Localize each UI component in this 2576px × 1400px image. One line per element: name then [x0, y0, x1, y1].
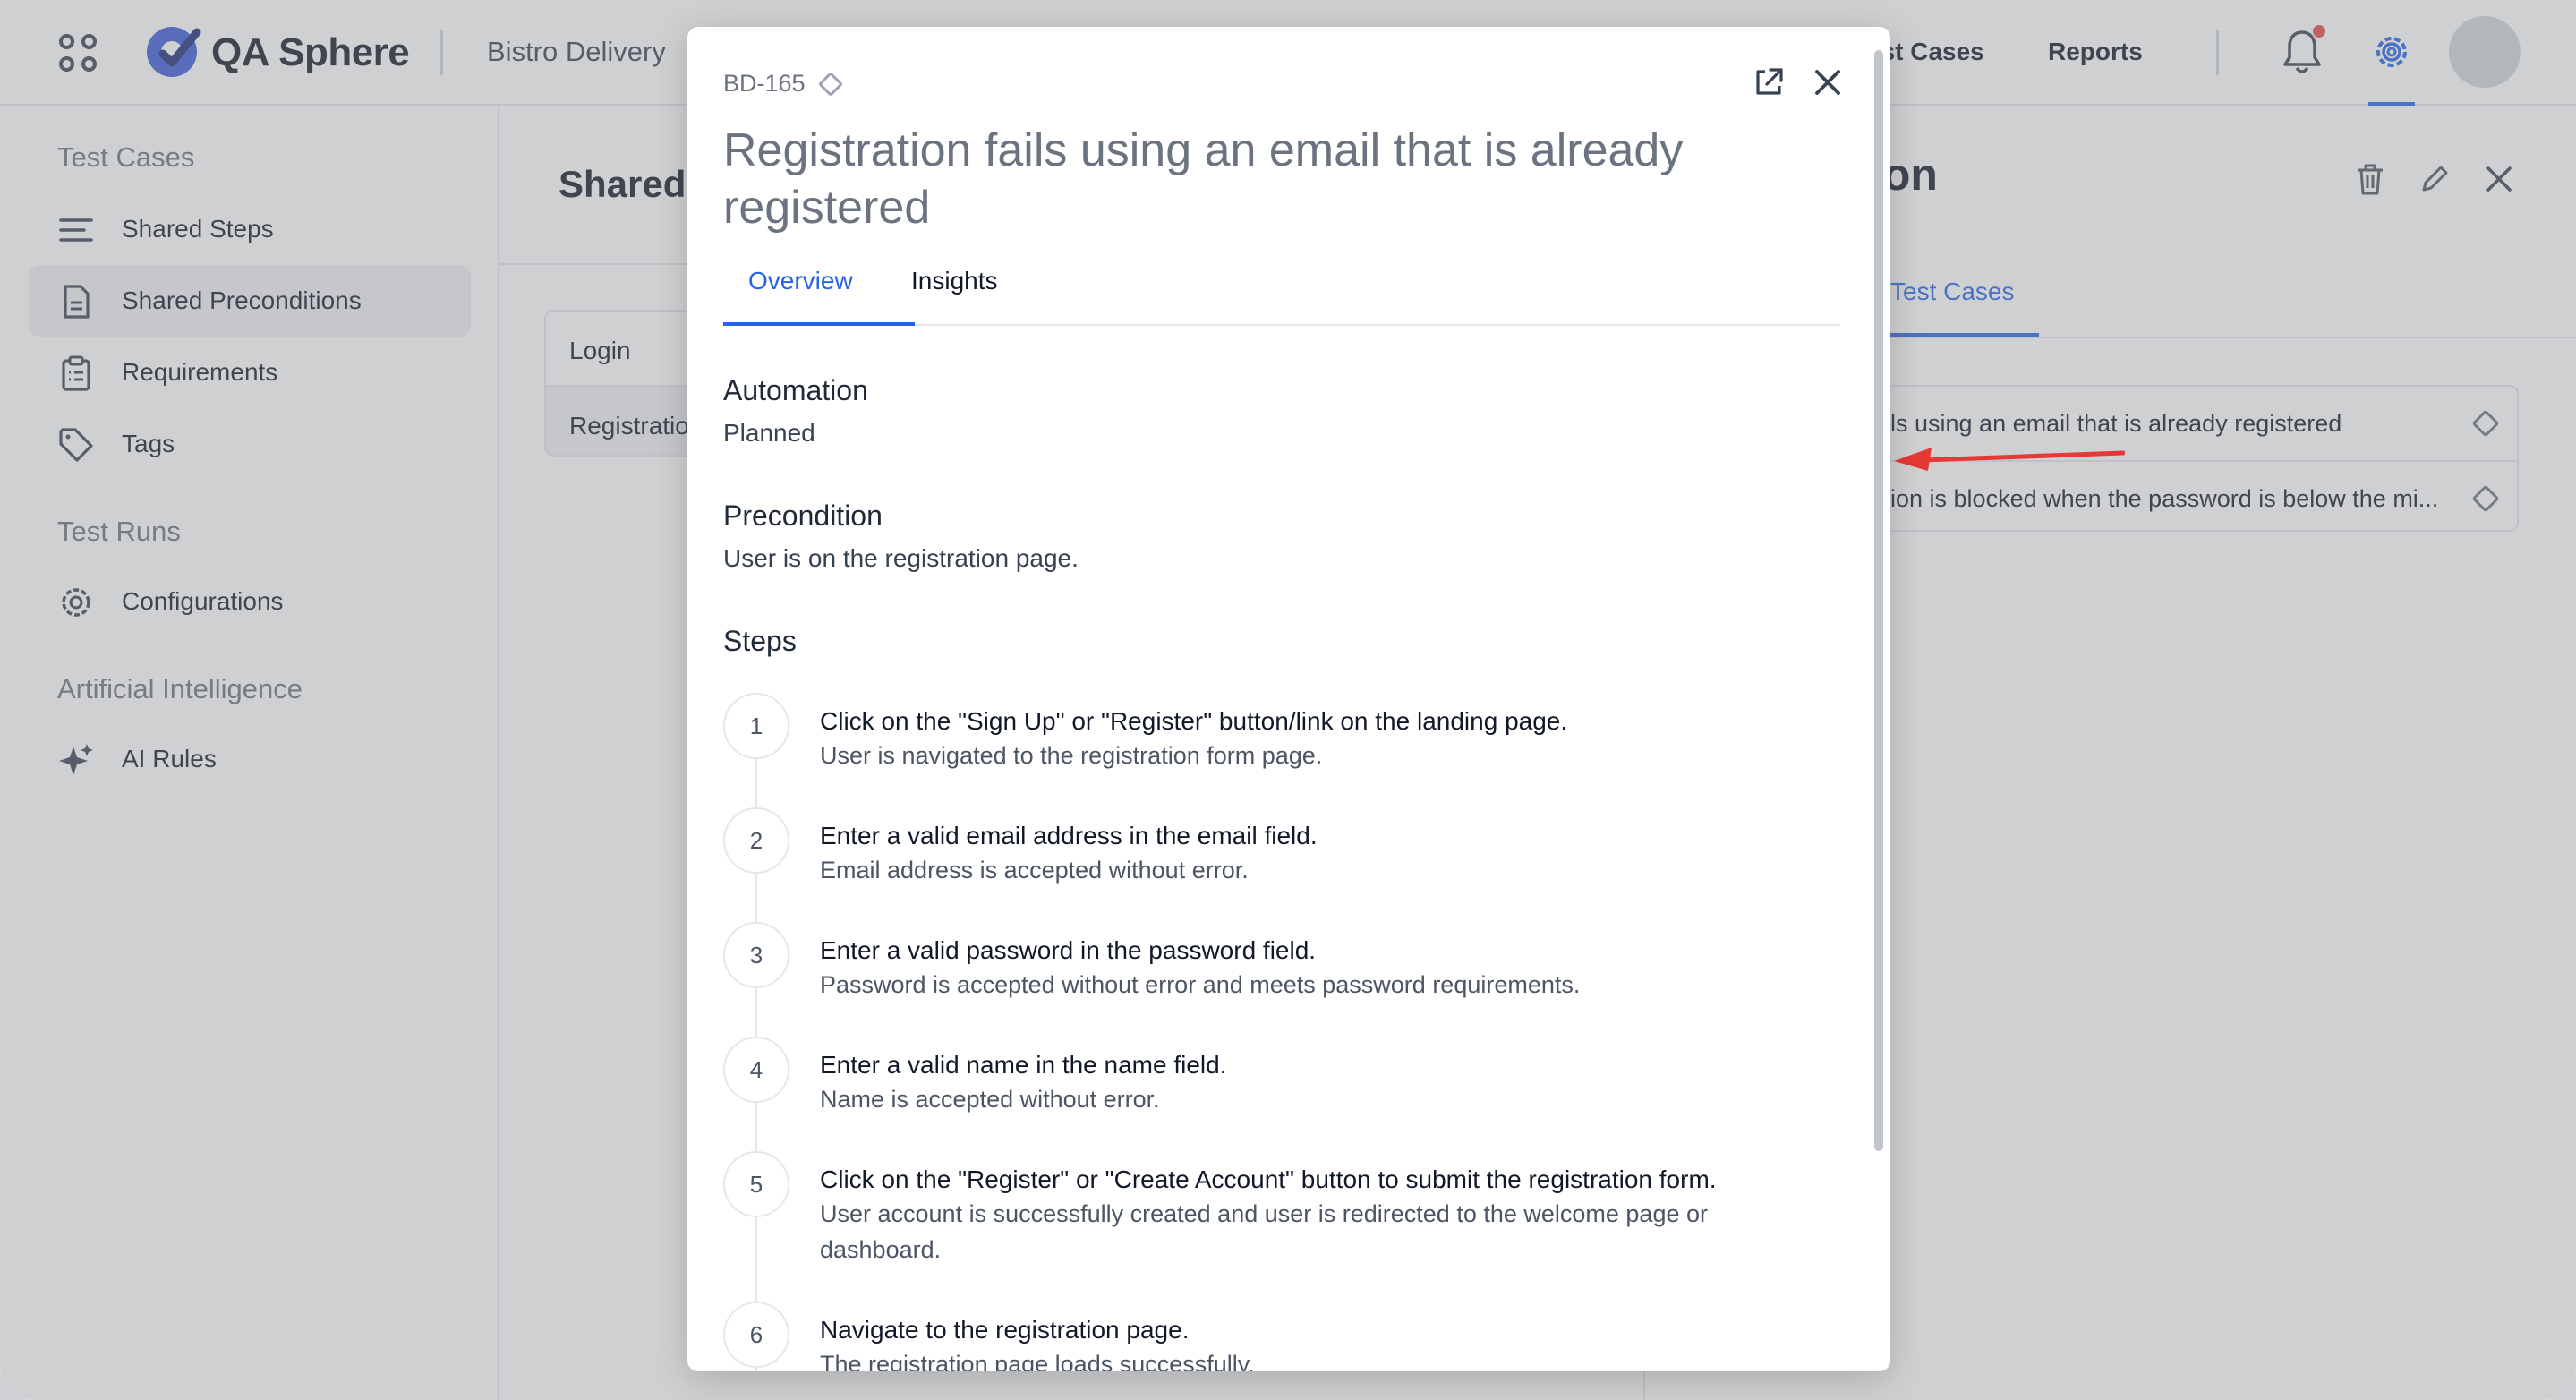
step-action: Enter a valid password in the password f… [820, 936, 1317, 964]
open-external-icon[interactable] [1751, 64, 1787, 100]
diamond-icon [817, 71, 844, 98]
step-expected: The registration page loads successfully… [820, 1351, 1255, 1371]
step-expected: User account is successfully created and… [820, 1200, 1708, 1263]
app-window: QA Sphere Bistro Delivery est Cases Repo… [0, 0, 2576, 1400]
automation-heading: Automation [723, 374, 868, 406]
step-action: Navigate to the registration page. [820, 1316, 1190, 1344]
close-icon[interactable] [1810, 64, 1846, 100]
tab-insights[interactable]: Insights [911, 267, 998, 295]
annotation-arrow-icon [1894, 448, 2125, 471]
test-case-id: BD-165 [723, 70, 806, 97]
steps-heading: Steps [723, 625, 797, 657]
step-number: 4 [723, 1037, 789, 1103]
step-expected: Password is accepted without error and m… [820, 971, 1581, 998]
step-number: 2 [723, 807, 789, 874]
step-action: Enter a valid name in the name field. [820, 1051, 1227, 1079]
tab-overview[interactable]: Overview [748, 267, 853, 295]
modal-scrollbar[interactable] [1874, 50, 1883, 1151]
test-case-modal: BD-165 Registration fails using an email… [687, 27, 1890, 1371]
step-expected: Name is accepted without error. [820, 1086, 1160, 1113]
step-number: 1 [723, 693, 789, 759]
automation-value: Planned [723, 419, 815, 447]
test-case-title: Registration fails using an email that i… [723, 124, 1684, 234]
step-number: 6 [723, 1302, 789, 1368]
precondition-value: User is on the registration page. [723, 544, 1079, 572]
precondition-heading: Precondition [723, 499, 883, 532]
tab-active-indicator [723, 322, 915, 326]
step-action: Enter a valid email address in the email… [820, 822, 1318, 849]
step-expected: User is navigated to the registration fo… [820, 742, 1323, 769]
step-expected: Email address is accepted without error. [820, 857, 1249, 884]
step-action: Click on the "Sign Up" or "Register" but… [820, 707, 1568, 735]
step-number: 5 [723, 1151, 789, 1217]
step-number: 3 [723, 922, 789, 988]
step-action: Click on the "Register" or "Create Accou… [820, 1165, 1717, 1193]
